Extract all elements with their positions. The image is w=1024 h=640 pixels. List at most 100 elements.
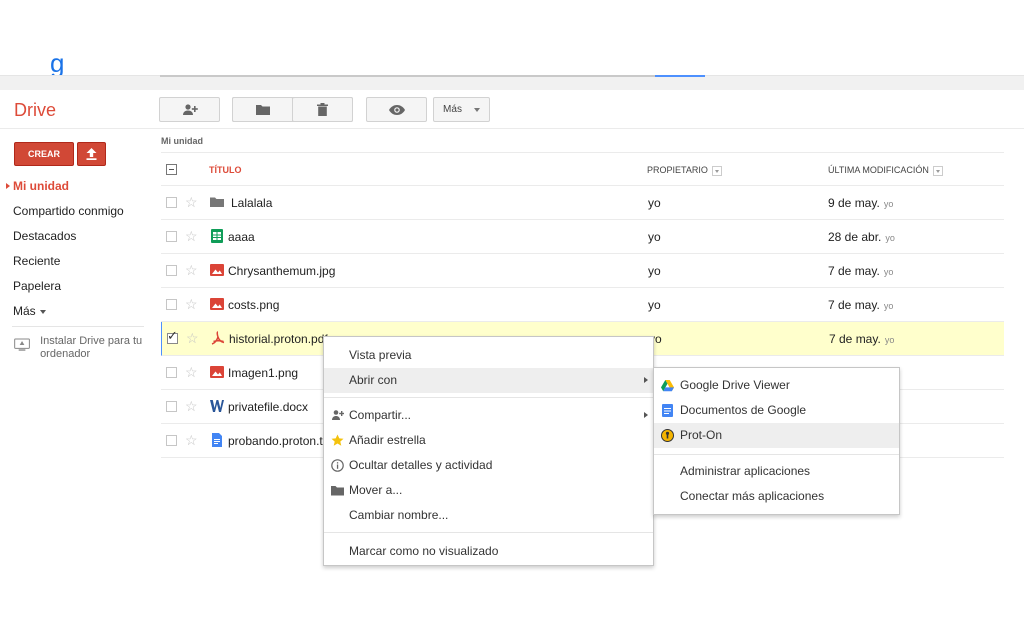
docs-icon xyxy=(662,404,673,417)
file-owner: yo xyxy=(648,230,661,244)
star-icon[interactable]: ☆ xyxy=(185,194,198,210)
trash-icon xyxy=(317,103,328,116)
menu-item-preview[interactable]: Vista previa xyxy=(324,343,653,368)
star-icon[interactable]: ☆ xyxy=(185,228,198,244)
row-checkbox[interactable] xyxy=(166,435,177,446)
row-checkbox[interactable] xyxy=(166,231,177,242)
star-icon[interactable]: ☆ xyxy=(185,262,198,278)
table-row[interactable]: ☆ costs.png yo 7 de may. yo xyxy=(161,288,1004,322)
upload-button[interactable] xyxy=(77,142,106,166)
menu-divider xyxy=(324,532,653,533)
sidebar-divider xyxy=(12,326,144,327)
app-title[interactable]: Drive xyxy=(14,100,56,121)
row-checkbox[interactable] xyxy=(166,265,177,276)
sidebar-item-mas[interactable]: Más xyxy=(0,299,150,324)
star-icon[interactable]: ☆ xyxy=(185,432,198,448)
submenu-item-google-docs[interactable]: Documentos de Google xyxy=(654,398,899,423)
word-icon xyxy=(210,400,224,412)
file-modified: 7 de may. yo xyxy=(829,332,894,346)
submenu-item-prot-on[interactable]: Prot-On xyxy=(654,423,899,448)
install-drive-link[interactable]: Instalar Drive para tu ordenador xyxy=(14,335,144,361)
column-modified[interactable]: ÚLTIMA MODIFICACIÓN xyxy=(828,165,943,176)
select-all-checkbox[interactable] xyxy=(166,164,177,175)
submenu-item-drive-viewer[interactable]: Google Drive Viewer xyxy=(654,373,899,398)
submenu-divider xyxy=(654,454,899,455)
row-checkbox[interactable] xyxy=(166,367,177,378)
file-modified-by: yo xyxy=(885,233,895,243)
submenu-item-manage-apps[interactable]: Administrar aplicaciones xyxy=(654,459,899,484)
sidebar-item-mas-label: Más xyxy=(13,304,36,318)
row-checkbox[interactable] xyxy=(166,197,177,208)
file-modified: 28 de abr. yo xyxy=(828,230,895,244)
file-modified: 9 de may. yo xyxy=(828,196,893,210)
more-actions-button[interactable]: Más xyxy=(433,97,490,122)
create-button[interactable]: CREAR xyxy=(14,142,74,166)
chevron-right-icon xyxy=(644,412,648,418)
sidebar-item-reciente[interactable]: Reciente xyxy=(0,249,150,274)
sidebar-item-destacados[interactable]: Destacados xyxy=(0,224,150,249)
row-checkbox[interactable]: ✓ xyxy=(167,329,178,344)
more-actions-label: Más xyxy=(443,104,462,115)
row-checkbox[interactable] xyxy=(166,299,177,310)
file-name[interactable]: costs.png xyxy=(228,298,279,312)
sidebar-item-mi-unidad[interactable]: Mi unidad xyxy=(0,174,150,199)
share-button[interactable] xyxy=(159,97,220,122)
file-name[interactable]: probando.proton.txt xyxy=(228,434,332,448)
menu-item-rename[interactable]: Cambiar nombre... xyxy=(324,503,653,528)
sort-dropdown-icon[interactable] xyxy=(711,165,722,176)
column-owner-label: PROPIETARIO xyxy=(647,165,708,175)
menu-item-share[interactable]: Compartir... xyxy=(324,403,653,428)
file-name[interactable]: Lalalala xyxy=(231,196,272,210)
file-name[interactable]: aaaa xyxy=(228,230,255,244)
sidebar-nav: Mi unidad Compartido conmigo Destacados … xyxy=(0,174,150,324)
star-icon[interactable]: ☆ xyxy=(185,296,198,312)
file-name[interactable]: Chrysanthemum.jpg xyxy=(228,264,335,278)
trash-button[interactable] xyxy=(293,97,353,122)
chevron-right-icon xyxy=(644,377,648,383)
menu-item-move-label: Mover a... xyxy=(349,483,403,497)
info-icon xyxy=(331,459,344,472)
top-bar xyxy=(0,75,1024,90)
folder-icon xyxy=(331,486,344,496)
menu-item-open-with-label: Abrir con xyxy=(349,373,398,387)
submenu-item-connect-apps[interactable]: Conectar más aplicaciones xyxy=(654,484,899,509)
menu-item-move[interactable]: Mover a... xyxy=(324,478,653,503)
search-button[interactable] xyxy=(655,75,705,77)
file-name[interactable]: historial.proton.pdf xyxy=(229,332,328,346)
table-row[interactable]: ☆ aaaa yo 28 de abr. yo xyxy=(161,220,1004,254)
chevron-down-icon xyxy=(473,107,480,112)
file-date: 28 de abr. xyxy=(828,230,882,244)
file-date: 7 de may. xyxy=(828,264,880,278)
breadcrumb[interactable]: Mi unidad xyxy=(161,136,203,146)
column-title[interactable]: TÍTULO xyxy=(209,165,242,175)
file-name[interactable]: Imagen1.png xyxy=(228,366,298,380)
table-row[interactable]: ☆ Lalalala yo 9 de may. yo xyxy=(161,186,1004,220)
menu-item-hide-details[interactable]: Ocultar detalles y actividad xyxy=(324,453,653,478)
table-row[interactable]: ☆ Chrysanthemum.jpg yo 7 de may. yo xyxy=(161,254,1004,288)
spreadsheet-icon xyxy=(211,229,223,243)
image-icon xyxy=(210,264,224,276)
row-checkbox[interactable] xyxy=(166,401,177,412)
file-modified: 7 de may. yo xyxy=(828,298,893,312)
file-name[interactable]: privatefile.docx xyxy=(228,400,308,414)
sidebar-item-papelera[interactable]: Papelera xyxy=(0,274,150,299)
new-folder-button[interactable] xyxy=(232,97,293,122)
star-icon[interactable]: ☆ xyxy=(185,398,198,414)
column-owner[interactable]: PROPIETARIO xyxy=(647,165,722,176)
preview-button[interactable] xyxy=(366,97,427,122)
submenu-item-prot-on-label: Prot-On xyxy=(680,428,723,442)
menu-item-add-star[interactable]: Añadir estrella xyxy=(324,428,653,453)
menu-item-open-with[interactable]: Abrir con xyxy=(324,368,653,393)
sidebar-item-compartido[interactable]: Compartido conmigo xyxy=(0,199,150,224)
folder-icon xyxy=(256,105,270,115)
file-owner: yo xyxy=(648,264,661,278)
star-icon[interactable]: ☆ xyxy=(185,364,198,380)
star-icon[interactable]: ☆ xyxy=(186,330,199,346)
menu-item-mark-unviewed[interactable]: Marcar como no visualizado xyxy=(324,539,653,564)
sort-dropdown-icon[interactable] xyxy=(932,165,943,176)
proton-icon xyxy=(661,429,674,442)
column-modified-label: ÚLTIMA MODIFICACIÓN xyxy=(828,165,929,175)
search-input[interactable] xyxy=(160,75,705,77)
install-drive-text: Instalar Drive para tu ordenador xyxy=(40,335,143,360)
file-date: 7 de may. xyxy=(828,298,880,312)
